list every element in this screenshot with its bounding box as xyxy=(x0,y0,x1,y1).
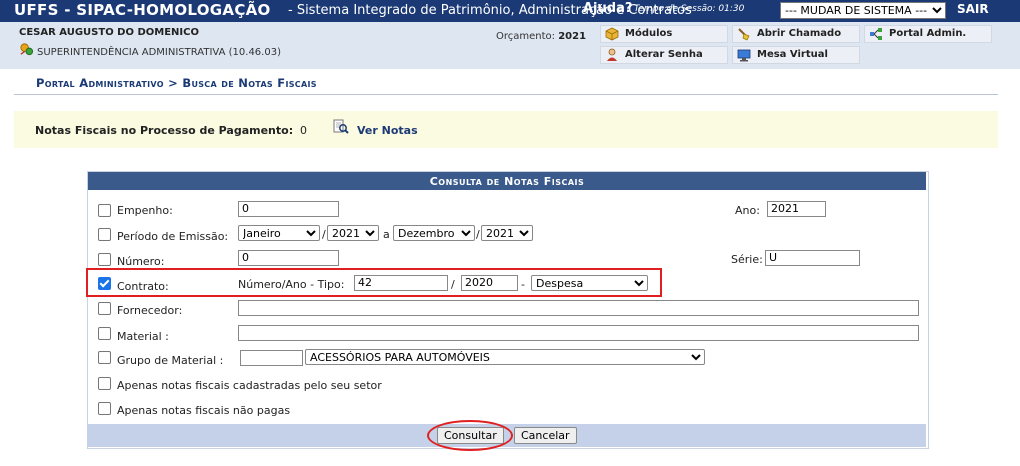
start-year-select[interactable]: 2021 xyxy=(327,225,379,241)
apenas-nao-pagas-label: Apenas notas fiscais não pagas xyxy=(117,404,291,417)
start-month-select[interactable]: Janeiro xyxy=(238,225,320,241)
serie-label: Série: xyxy=(731,253,763,266)
consultar-highlight-circle xyxy=(427,420,513,451)
notice-count: 0 xyxy=(300,124,307,137)
material-input[interactable] xyxy=(238,325,919,341)
empenho-input[interactable]: 0 xyxy=(238,201,339,217)
date-slash: / xyxy=(476,228,480,241)
change-system-select[interactable]: --- MUDAR DE SISTEMA --- xyxy=(780,2,946,19)
contrato-highlight-box xyxy=(86,268,662,297)
apenas-nao-pagas-checkbox[interactable] xyxy=(98,402,111,415)
fornecedor-label: Fornecedor: xyxy=(117,304,183,317)
notice-text: Notas Fiscais no Processo de Pagamento: xyxy=(35,124,294,137)
ver-notas-link[interactable]: Ver Notas xyxy=(357,124,418,137)
budget-label: Orçamento: xyxy=(496,31,556,42)
cancelar-button[interactable]: Cancelar xyxy=(514,427,577,444)
periodo-checkbox[interactable] xyxy=(98,228,111,241)
help-link[interactable]: Ajuda? xyxy=(583,1,632,16)
empenho-label: Empenho: xyxy=(117,204,173,217)
abrir-chamado-button[interactable]: Abrir Chamado xyxy=(732,25,860,43)
unit-name: SUPERINTENDÊNCIA ADMINISTRATIVA (10.46.0… xyxy=(37,47,281,58)
abrir-chamado-label: Abrir Chamado xyxy=(757,28,842,39)
end-year-select[interactable]: 2021 xyxy=(481,225,533,241)
mesa-virtual-label: Mesa Virtual xyxy=(757,49,828,60)
breadcrumb: Portal Administrativo > Busca de Notas F… xyxy=(36,76,317,90)
alterar-senha-button[interactable]: Alterar Senha xyxy=(600,46,728,64)
mesa-virtual-button[interactable]: Mesa Virtual xyxy=(732,46,860,64)
alterar-senha-label: Alterar Senha xyxy=(625,49,703,60)
budget-year: Orçamento: 2021 xyxy=(496,31,586,42)
ano-input[interactable]: 2021 xyxy=(767,201,826,217)
broom-icon xyxy=(738,28,750,41)
numero-checkbox[interactable] xyxy=(98,253,111,266)
fornecedor-input[interactable] xyxy=(238,300,919,316)
serie-input[interactable]: U xyxy=(765,250,860,266)
material-label: Material : xyxy=(117,330,169,343)
desktop-icon xyxy=(737,49,751,62)
end-month-select[interactable]: Dezembro xyxy=(393,225,475,241)
apenas-setor-label: Apenas notas fiscais cadastradas pelo se… xyxy=(117,379,382,392)
magnifier-icon[interactable] xyxy=(333,119,349,135)
date-slash: / xyxy=(322,228,326,241)
grupo-material-label: Grupo de Material : xyxy=(117,354,224,367)
grupo-material-code-input[interactable] xyxy=(240,350,303,366)
change-unit-icon[interactable] xyxy=(19,42,34,57)
apenas-setor-checkbox[interactable] xyxy=(98,377,111,390)
numero-input[interactable]: 0 xyxy=(238,250,339,266)
portal-admin-button[interactable]: Portal Admin. xyxy=(864,25,992,43)
session-timer: Tempo de Sessão: 01:30 xyxy=(634,4,745,14)
portal-admin-label: Portal Admin. xyxy=(889,28,967,39)
logout-link[interactable]: SAIR xyxy=(957,2,989,16)
material-checkbox[interactable] xyxy=(98,327,111,340)
empenho-checkbox[interactable] xyxy=(98,204,111,217)
cube-icon xyxy=(605,27,619,41)
period-connector: a xyxy=(383,228,390,241)
grupo-material-checkbox[interactable] xyxy=(98,351,111,364)
numero-label: Número: xyxy=(117,255,165,268)
fornecedor-checkbox[interactable] xyxy=(98,302,111,315)
modulos-button[interactable]: Módulos xyxy=(600,25,728,43)
network-icon xyxy=(870,28,882,40)
periodo-label: Período de Emissão: xyxy=(117,230,229,243)
ano-label: Ano: xyxy=(735,204,760,217)
budget-year-value: 2021 xyxy=(558,31,587,42)
form-caption: Consulta de Notas Fiscais xyxy=(88,172,926,190)
grupo-material-select[interactable]: ACESSÓRIOS PARA AUTOMÓVEIS xyxy=(305,349,705,365)
modulos-label: Módulos xyxy=(625,28,673,39)
user-key-icon xyxy=(607,48,617,61)
user-name: CESAR AUGUSTO DO DOMENICO xyxy=(19,27,199,38)
app-title: UFFS - SIPAC-HOMOLOGAÇÃO xyxy=(14,1,271,19)
